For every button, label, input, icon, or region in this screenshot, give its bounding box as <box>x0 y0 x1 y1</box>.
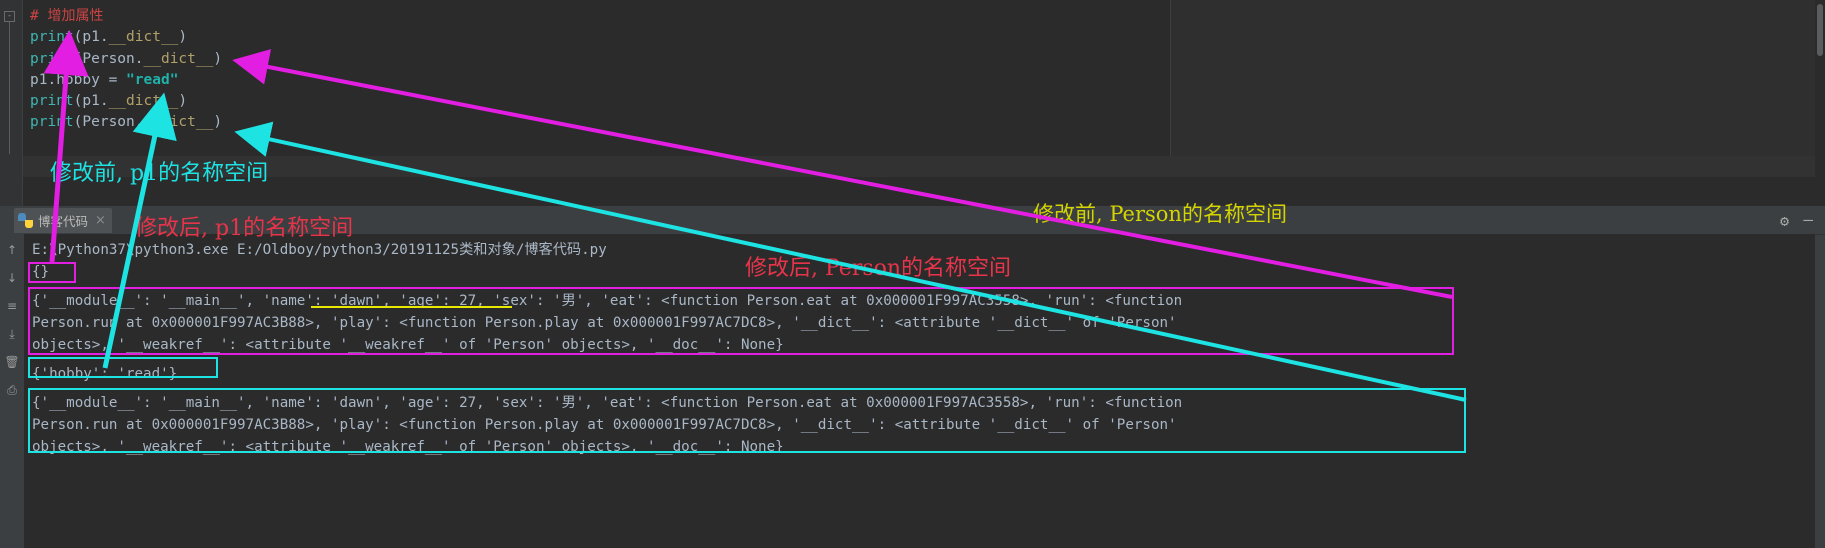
code-token: print <box>30 93 74 110</box>
code-token: __dict__ <box>108 29 179 46</box>
annotation-after-p1: 修改后, p1的名称空间 <box>135 216 354 241</box>
line-print-person-dict-1: print(Person.__dict__) <box>30 49 222 70</box>
editor-margin-guide <box>1170 0 1171 156</box>
highlight-box-person-dict-before <box>28 287 1454 355</box>
editor-caret-line <box>22 156 1825 177</box>
run-tab-blog-code[interactable]: 博客代码 × <box>14 208 112 233</box>
highlight-box-hobby-dict <box>28 357 218 378</box>
code-token: # <box>30 8 48 24</box>
run-side-icon-0[interactable]: ↑ <box>4 242 20 258</box>
run-side-icon-4[interactable]: 🗑 <box>4 354 20 370</box>
code-token: "read" <box>126 71 179 88</box>
code-token: 增加属性 <box>47 8 104 24</box>
code-token: ) <box>178 93 188 110</box>
run-side-icon-5[interactable]: ⎙ <box>4 382 20 398</box>
run-side-icon-3[interactable]: ⤓ <box>4 326 20 342</box>
console-command-line: E:\Python37\python3.exe E:/Oldboy/python… <box>32 242 607 258</box>
code-token: ) <box>178 29 188 46</box>
line-print-person-dict-2: print(Person.__dict__) <box>30 112 222 133</box>
editor-scrollbar[interactable] <box>1815 0 1825 206</box>
annotation-before-p1: 修改前, p1的名称空间 <box>50 161 269 186</box>
run-side-toolbar[interactable]: ↑ ↓ ≡ ⤓ 🗑 ⎙ <box>0 234 24 548</box>
python-file-icon <box>18 213 33 228</box>
code-token: __dict__ <box>143 50 214 67</box>
line-comment: # 增加属性 <box>30 6 222 27</box>
highlight-box-person-dict-after <box>28 388 1466 453</box>
minimize-icon[interactable]: — <box>1803 210 1813 229</box>
code-token: __dict__ <box>108 93 179 110</box>
code-token: p1.hobby <box>30 71 109 88</box>
code-token: (p1. <box>73 93 109 110</box>
highlight-box-empty-dict <box>28 262 76 283</box>
editor-gutter[interactable]: - <box>0 0 23 206</box>
code-fold-line <box>9 22 10 154</box>
line-print-p1-dict-1: print(p1.__dict__) <box>30 27 222 48</box>
code-token: print <box>30 114 74 131</box>
editor-right-shade <box>1170 0 1825 156</box>
code-token: print <box>30 50 74 67</box>
underline-name-age-sex <box>311 306 512 308</box>
close-icon[interactable]: × <box>95 213 106 228</box>
code-token: print <box>30 29 74 46</box>
run-side-icon-1[interactable]: ↓ <box>4 270 20 286</box>
code-token: = <box>108 71 127 88</box>
code-token: (Person. <box>73 114 144 131</box>
code-fold-icon[interactable]: - <box>4 11 15 22</box>
code-token: ) <box>213 50 223 67</box>
annotation-before-person: 修改前, Person的名称空间 <box>1033 202 1287 226</box>
line-print-p1-dict-2: print(p1.__dict__) <box>30 91 222 112</box>
run-tab-label: 博客代码 <box>38 214 89 229</box>
code-editor[interactable]: - # 增加属性 print(p1.__dict__) print(Person._… <box>0 0 1825 206</box>
run-side-icon-2[interactable]: ≡ <box>4 298 20 314</box>
ide-window: - # 增加属性 print(p1.__dict__) print(Person._… <box>0 0 1825 548</box>
code-token: (p1. <box>73 29 109 46</box>
code-token: __dict__ <box>143 114 214 131</box>
editor-code-text[interactable]: # 增加属性 print(p1.__dict__) print(Person.__d… <box>30 6 222 134</box>
code-token: (Person. <box>73 50 144 67</box>
annotation-after-person: 修改后, Person的名称空间 <box>745 256 1012 281</box>
gear-icon[interactable]: ⚙ <box>1780 212 1789 230</box>
code-token: ) <box>213 114 223 131</box>
line-assign-hobby: p1.hobby = "read" <box>30 70 222 91</box>
editor-scrollbar-thumb[interactable] <box>1817 4 1823 56</box>
